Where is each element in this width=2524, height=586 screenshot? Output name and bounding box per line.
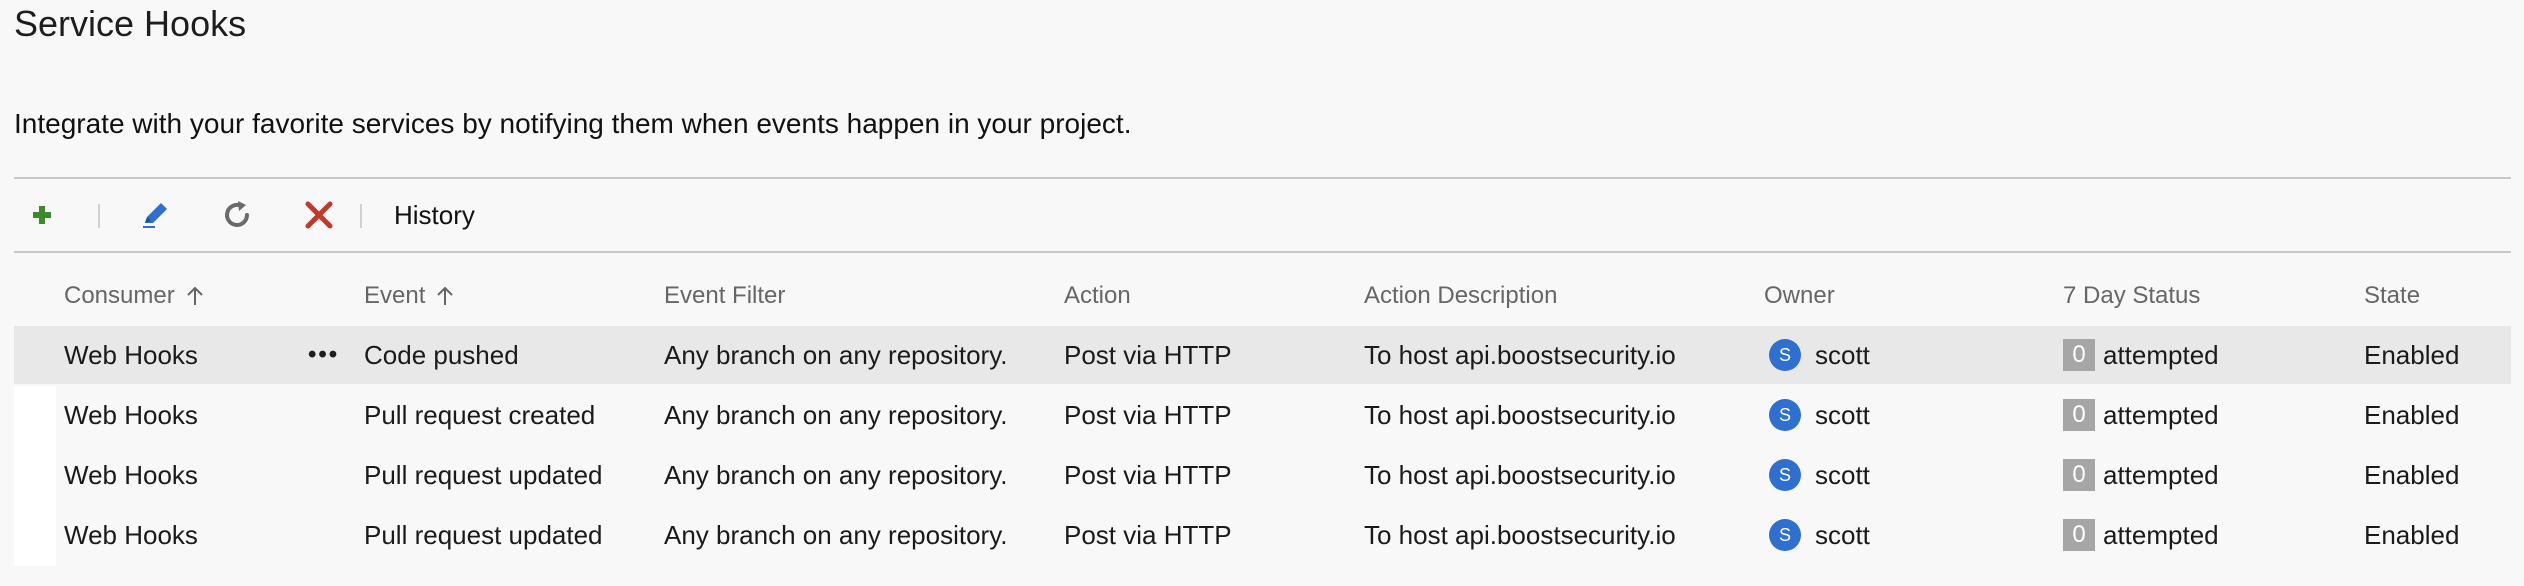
table-row[interactable]: Web Hooks Pull request updated Any branc… <box>14 506 2511 566</box>
toolbar-separator <box>98 204 100 228</box>
plus-icon <box>33 206 51 224</box>
row-gutter <box>14 386 56 446</box>
status-cell: 0 attempted <box>2063 386 2219 444</box>
status-text: attempted <box>2103 459 2219 490</box>
owner-cell: S scott <box>1769 506 1870 564</box>
sort-ascending-icon <box>437 286 454 305</box>
sort-ascending-icon <box>187 286 203 305</box>
avatar: S <box>1769 399 1801 431</box>
page-description: Integrate with your favorite services by… <box>14 108 1132 139</box>
action-description-cell: To host api.boostsecurity.io <box>1364 519 1676 550</box>
status-count-badge: 0 <box>2063 519 2095 551</box>
status-text: attempted <box>2103 519 2219 550</box>
toolbar-separator <box>360 204 362 228</box>
event-cell: Code pushed <box>364 339 519 370</box>
status-count-badge: 0 <box>2063 339 2095 371</box>
toolbar: History <box>14 180 2511 250</box>
row-gutter <box>14 506 56 566</box>
action-description-cell: To host api.boostsecurity.io <box>1364 459 1676 490</box>
action-cell: Post via HTTP <box>1064 399 1232 430</box>
action-description-cell: To host api.boostsecurity.io <box>1364 399 1676 430</box>
add-button[interactable] <box>20 190 64 240</box>
event-cell: Pull request updated <box>364 519 603 550</box>
event-cell: Pull request updated <box>364 459 603 490</box>
status-cell: 0 attempted <box>2063 446 2219 504</box>
table-row[interactable]: Web Hooks Pull request updated Any branc… <box>14 446 2511 506</box>
state-cell: Enabled <box>2364 459 2460 490</box>
history-button[interactable]: History <box>394 192 475 238</box>
column-header-7-day-status[interactable]: 7 Day Status <box>2063 282 2200 310</box>
status-text: attempted <box>2103 339 2219 370</box>
owner-name: scott <box>1815 399 1870 430</box>
page-title: Service Hooks <box>14 3 247 44</box>
state-cell: Enabled <box>2364 399 2460 430</box>
column-header-consumer[interactable]: Consumer <box>64 282 205 310</box>
divider-top <box>14 177 2511 179</box>
refresh-button[interactable] <box>212 190 262 240</box>
avatar: S <box>1769 459 1801 491</box>
event-filter-cell: Any branch on any repository. <box>664 459 1008 490</box>
status-text: attempted <box>2103 399 2219 430</box>
delete-icon <box>305 201 333 229</box>
divider-bottom <box>14 251 2511 253</box>
consumer-cell: Web Hooks <box>64 459 198 490</box>
column-header-state[interactable]: State <box>2364 282 2420 310</box>
row-more-options-button[interactable]: ••• <box>308 326 339 384</box>
status-cell: 0 attempted <box>2063 326 2219 384</box>
service-hooks-table: Consumer Event Event Filter Action Actio… <box>14 270 2511 566</box>
table-header: Consumer Event Event Filter Action Actio… <box>14 270 2511 330</box>
avatar: S <box>1769 519 1801 551</box>
consumer-cell: Web Hooks <box>64 399 198 430</box>
owner-name: scott <box>1815 459 1870 490</box>
status-count-badge: 0 <box>2063 399 2095 431</box>
consumer-cell: Web Hooks <box>64 519 198 550</box>
status-count-badge: 0 <box>2063 459 2095 491</box>
action-cell: Post via HTTP <box>1064 519 1232 550</box>
column-header-owner[interactable]: Owner <box>1764 282 1835 310</box>
owner-cell: S scott <box>1769 326 1870 384</box>
event-filter-cell: Any branch on any repository. <box>664 339 1008 370</box>
event-filter-cell: Any branch on any repository. <box>664 519 1008 550</box>
owner-name: scott <box>1815 519 1870 550</box>
table-row[interactable]: Web Hooks ••• Code pushed Any branch on … <box>14 326 2511 384</box>
status-cell: 0 attempted <box>2063 506 2219 564</box>
avatar: S <box>1769 339 1801 371</box>
action-cell: Post via HTTP <box>1064 339 1232 370</box>
row-gutter <box>14 446 56 506</box>
table-row[interactable]: Web Hooks Pull request created Any branc… <box>14 386 2511 446</box>
state-cell: Enabled <box>2364 339 2460 370</box>
action-description-cell: To host api.boostsecurity.io <box>1364 339 1676 370</box>
owner-cell: S scott <box>1769 386 1870 444</box>
consumer-cell: Web Hooks <box>64 339 198 370</box>
event-cell: Pull request created <box>364 399 596 430</box>
column-header-action-description[interactable]: Action Description <box>1364 282 1557 310</box>
column-header-event[interactable]: Event <box>364 282 455 310</box>
edit-button[interactable] <box>130 190 180 240</box>
owner-cell: S scott <box>1769 446 1870 504</box>
column-header-event-filter[interactable]: Event Filter <box>664 282 785 310</box>
event-filter-cell: Any branch on any repository. <box>664 399 1008 430</box>
delete-button[interactable] <box>294 190 344 240</box>
column-header-action[interactable]: Action <box>1064 282 1131 310</box>
owner-name: scott <box>1815 339 1870 370</box>
edit-icon <box>143 203 167 228</box>
refresh-icon <box>225 201 249 227</box>
action-cell: Post via HTTP <box>1064 459 1232 490</box>
state-cell: Enabled <box>2364 519 2460 550</box>
